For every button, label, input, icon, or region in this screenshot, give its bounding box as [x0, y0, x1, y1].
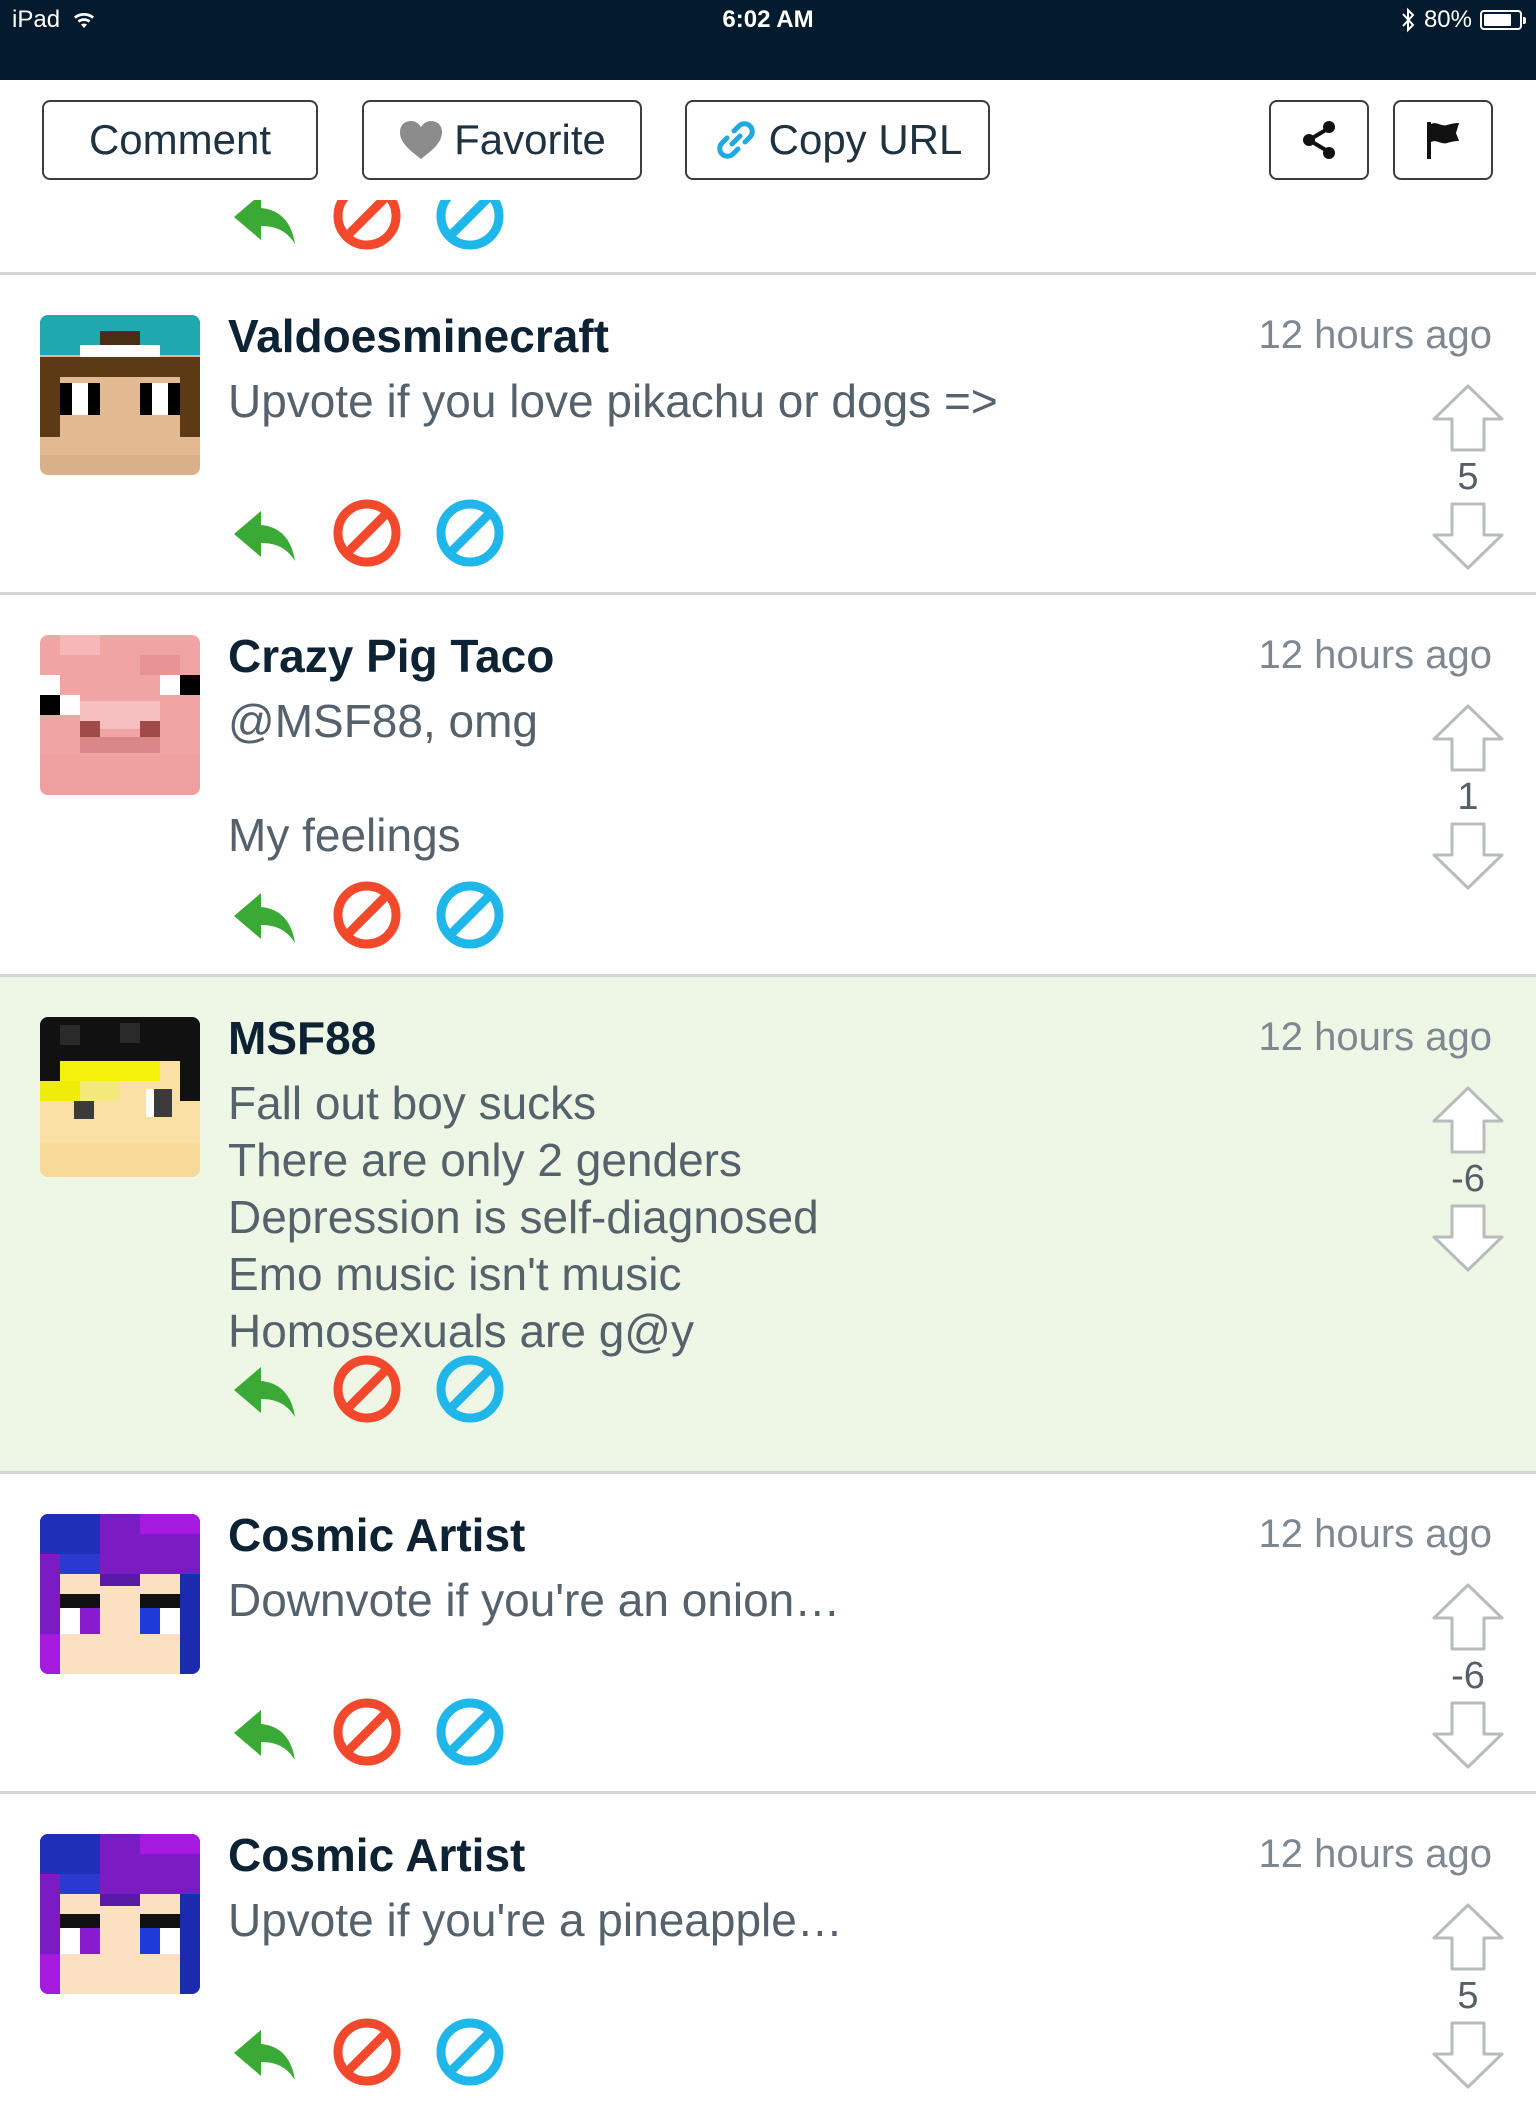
vote-control: 5: [1428, 1902, 1508, 2090]
copy-url-button-label: Copy URL: [768, 116, 963, 163]
upvote-arrow-icon[interactable]: [1431, 1085, 1505, 1155]
avatar[interactable]: [40, 1017, 200, 1177]
comment-timestamp: 12 hours ago: [1258, 1015, 1492, 1059]
comment-actions: [228, 2016, 537, 2088]
bluetooth-icon: [1402, 7, 1415, 33]
upvote-arrow-icon[interactable]: [1431, 703, 1505, 773]
battery-icon: [1480, 10, 1526, 30]
comment-actions: [228, 1353, 537, 1425]
ignore-icon[interactable]: [434, 497, 506, 569]
block-icon[interactable]: [331, 1696, 403, 1768]
comment-author[interactable]: Cosmic Artist: [228, 1508, 525, 1562]
comment-button-label: Comment: [88, 116, 272, 163]
comment-author[interactable]: Cosmic Artist: [228, 1828, 525, 1882]
comment-actions: [228, 1696, 537, 1768]
battery-percent: 80%: [1423, 6, 1472, 33]
avatar[interactable]: [40, 315, 200, 475]
comment-text: @MSF88, omg My feelings: [228, 695, 539, 861]
copy-url-button[interactable]: Copy URL: [685, 100, 990, 180]
comment-text: Fall out boy sucks There are only 2 gend…: [228, 1077, 819, 1357]
upvote-arrow-icon[interactable]: [1431, 1902, 1505, 1972]
comment-row: Cosmic Artist 12 hours ago Upvote if you…: [0, 1794, 1536, 2114]
comment-timestamp: 12 hours ago: [1258, 1512, 1492, 1556]
ignore-icon[interactable]: [434, 879, 506, 951]
comment-text: Upvote if you're a pineapple…: [228, 1894, 843, 1946]
vote-control: -6: [1428, 1085, 1508, 1273]
upvote-arrow-icon[interactable]: [1431, 383, 1505, 453]
downvote-arrow-icon[interactable]: [1431, 501, 1505, 571]
comment-row: Valdoesminecraft 12 hours ago Upvote if …: [0, 275, 1536, 595]
reply-icon[interactable]: [228, 497, 300, 569]
comment-author[interactable]: MSF88: [228, 1011, 376, 1065]
avatar[interactable]: [40, 635, 200, 795]
ignore-icon[interactable]: [434, 1696, 506, 1768]
ignore-icon[interactable]: [434, 1353, 506, 1425]
vote-score: -6: [1451, 1158, 1485, 1200]
vote-control: 5: [1428, 383, 1508, 571]
block-icon[interactable]: [331, 2016, 403, 2088]
comment-timestamp: 12 hours ago: [1258, 633, 1492, 677]
comment-row-highlighted: MSF88 12 hours ago Fall out boy sucks Th…: [0, 977, 1536, 1474]
avatar[interactable]: [40, 1834, 200, 1994]
comment-timestamp: 12 hours ago: [1258, 313, 1492, 357]
reply-icon[interactable]: [228, 1353, 300, 1425]
block-icon[interactable]: [331, 497, 403, 569]
vote-score: 1: [1457, 776, 1479, 818]
action-toolbar: Comment Favorite Copy URL: [0, 80, 1536, 200]
heart-icon: [398, 119, 444, 161]
status-right: 80%: [1400, 6, 1526, 34]
comment-text: Upvote if you love pikachu or dogs =>: [228, 375, 998, 427]
reply-icon[interactable]: [228, 1696, 300, 1768]
block-icon[interactable]: [331, 1353, 403, 1425]
flag-button[interactable]: [1393, 100, 1493, 180]
block-icon[interactable]: [331, 879, 403, 951]
link-icon: [713, 117, 759, 163]
downvote-arrow-icon[interactable]: [1431, 821, 1505, 891]
vote-control: -6: [1428, 1582, 1508, 1770]
share-button[interactable]: [1269, 100, 1369, 180]
flag-icon: [1423, 119, 1463, 161]
downvote-arrow-icon[interactable]: [1431, 1700, 1505, 1770]
vote-score: 5: [1457, 456, 1479, 498]
avatar[interactable]: [40, 1514, 200, 1674]
comment-actions: [228, 879, 537, 951]
vote-control: 1: [1428, 703, 1508, 891]
downvote-arrow-icon[interactable]: [1431, 2020, 1505, 2090]
favorite-button-label: Favorite: [454, 116, 606, 163]
vote-score: -6: [1451, 1655, 1485, 1697]
vote-score: 5: [1457, 1975, 1479, 2017]
comment-actions: [228, 497, 537, 569]
comment-button[interactable]: Comment: [42, 100, 318, 180]
comment-row: Crazy Pig Taco 12 hours ago @MSF88, omg …: [0, 595, 1536, 977]
reply-icon[interactable]: [228, 879, 300, 951]
comment-author[interactable]: Crazy Pig Taco: [228, 629, 554, 683]
status-time: 6:02 AM: [722, 6, 814, 33]
upvote-arrow-icon[interactable]: [1431, 1582, 1505, 1652]
comment-author[interactable]: Valdoesminecraft: [228, 309, 609, 363]
battery-nub: [1523, 17, 1526, 24]
comment-timestamp: 12 hours ago: [1258, 1832, 1492, 1876]
ignore-icon[interactable]: [434, 2016, 506, 2088]
share-icon: [1299, 119, 1339, 161]
comment-text: Downvote if you're an onion…: [228, 1574, 841, 1626]
favorite-button[interactable]: Favorite: [362, 100, 642, 180]
downvote-arrow-icon[interactable]: [1431, 1203, 1505, 1273]
comment-row: Cosmic Artist 12 hours ago Downvote if y…: [0, 1474, 1536, 1794]
status-bar: iPad 6:02 AM 80%: [0, 0, 1536, 80]
reply-icon[interactable]: [228, 2016, 300, 2088]
battery-level: [1484, 14, 1511, 26]
